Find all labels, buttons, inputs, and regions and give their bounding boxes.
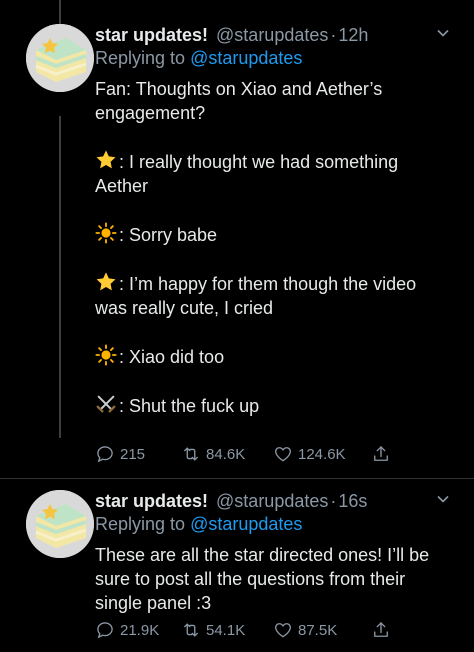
- tweet-header: star updates! @starupdates · 16s: [95, 490, 450, 512]
- paragraph-text: : I really thought we had something Aeth…: [95, 152, 399, 196]
- tweet-header: star updates! @starupdates · 12h: [95, 24, 450, 46]
- sun-emoji-icon: [95, 222, 117, 244]
- tweet-text: These are all the star directed ones! I’…: [95, 543, 450, 615]
- tweet-divider: [0, 478, 474, 479]
- reply-count: 21.9K: [120, 621, 160, 639]
- avatar[interactable]: [26, 24, 94, 92]
- thread-connector-top: [59, 0, 61, 24]
- user-handle[interactable]: @starupdates: [216, 24, 328, 46]
- tweet-paragraph: : I’m happy for them though the video wa…: [95, 271, 450, 320]
- paragraph-text: These are all the star directed ones! I’…: [95, 545, 430, 613]
- tweet-actions: 21.9K 54.1K 87.5K: [95, 620, 396, 640]
- tweet-paragraph: : Sorry babe: [95, 222, 450, 247]
- share-button[interactable]: [371, 620, 396, 640]
- tweet-content: star updates! @starupdates · 16s Replyin…: [95, 490, 450, 615]
- share-icon: [374, 622, 388, 637]
- chevron-down-icon[interactable]: [436, 492, 450, 509]
- like-button[interactable]: 124.6K: [273, 444, 371, 464]
- reply-button[interactable]: 21.9K: [95, 620, 181, 640]
- separator-dot: ·: [330, 491, 337, 511]
- star-emoji-icon: [95, 271, 117, 293]
- like-count: 124.6K: [298, 445, 346, 463]
- share-icon: [374, 446, 388, 461]
- chevron-down-icon[interactable]: [436, 26, 450, 43]
- heart-icon: [275, 447, 291, 462]
- paragraph-text: : Xiao did too: [119, 347, 225, 367]
- tweet-paragraph: : Shut the fuck up: [95, 393, 450, 418]
- like-button[interactable]: 87.5K: [273, 620, 371, 640]
- paragraph-text: Fan: Thoughts on Xiao and Aether’s engag…: [95, 79, 383, 123]
- timestamp[interactable]: 16s: [338, 490, 367, 512]
- paragraph-text: : I’m happy for them though the video wa…: [95, 274, 417, 318]
- sun-emoji-icon: [95, 344, 117, 366]
- display-name[interactable]: star updates!: [95, 24, 208, 46]
- paragraph-text: : Shut the fuck up: [119, 396, 260, 416]
- replying-to: Replying to @starupdates: [95, 513, 450, 535]
- retweet-button[interactable]: 84.6K: [181, 444, 273, 464]
- tweet-paragraph: : I really thought we had something Aeth…: [95, 149, 450, 198]
- tweet-text: Fan: Thoughts on Xiao and Aether’s engag…: [95, 77, 450, 418]
- user-handle[interactable]: @starupdates: [216, 490, 328, 512]
- retweet-button[interactable]: 54.1K: [181, 620, 273, 640]
- reply-button[interactable]: 215: [95, 444, 181, 464]
- heart-icon: [275, 623, 291, 638]
- retweet-count: 54.1K: [206, 621, 246, 639]
- crossed-swords-emoji-icon: [95, 393, 117, 415]
- reply-handle-link[interactable]: @starupdates: [190, 48, 302, 68]
- tweet-paragraph: : Xiao did too: [95, 344, 450, 369]
- thread-connector: [59, 116, 61, 438]
- replying-to: Replying to @starupdates: [95, 47, 450, 69]
- display-name[interactable]: star updates!: [95, 490, 208, 512]
- tweet-paragraph: These are all the star directed ones! I’…: [95, 543, 450, 615]
- avatar[interactable]: [26, 490, 94, 558]
- tweet-content: star updates! @starupdates · 12h Replyin…: [95, 24, 450, 418]
- reply-icon: [97, 446, 113, 463]
- paragraph-text: : Sorry babe: [119, 225, 218, 245]
- tweet-actions: 215 84.6K 124.6K: [95, 444, 396, 464]
- reply-icon: [97, 622, 113, 639]
- retweet-count: 84.6K: [206, 445, 246, 463]
- separator-dot: ·: [330, 25, 337, 45]
- star-emoji-icon: [95, 149, 117, 171]
- retweet-icon: [184, 447, 198, 461]
- timestamp[interactable]: 12h: [338, 24, 368, 46]
- like-count: 87.5K: [298, 621, 338, 639]
- reply-count: 215: [120, 445, 146, 463]
- replying-to-label: Replying to: [95, 514, 186, 534]
- tweet-paragraph: Fan: Thoughts on Xiao and Aether’s engag…: [95, 77, 450, 125]
- share-button[interactable]: [371, 444, 396, 464]
- retweet-icon: [184, 623, 198, 637]
- reply-handle-link[interactable]: @starupdates: [190, 514, 302, 534]
- replying-to-label: Replying to: [95, 48, 186, 68]
